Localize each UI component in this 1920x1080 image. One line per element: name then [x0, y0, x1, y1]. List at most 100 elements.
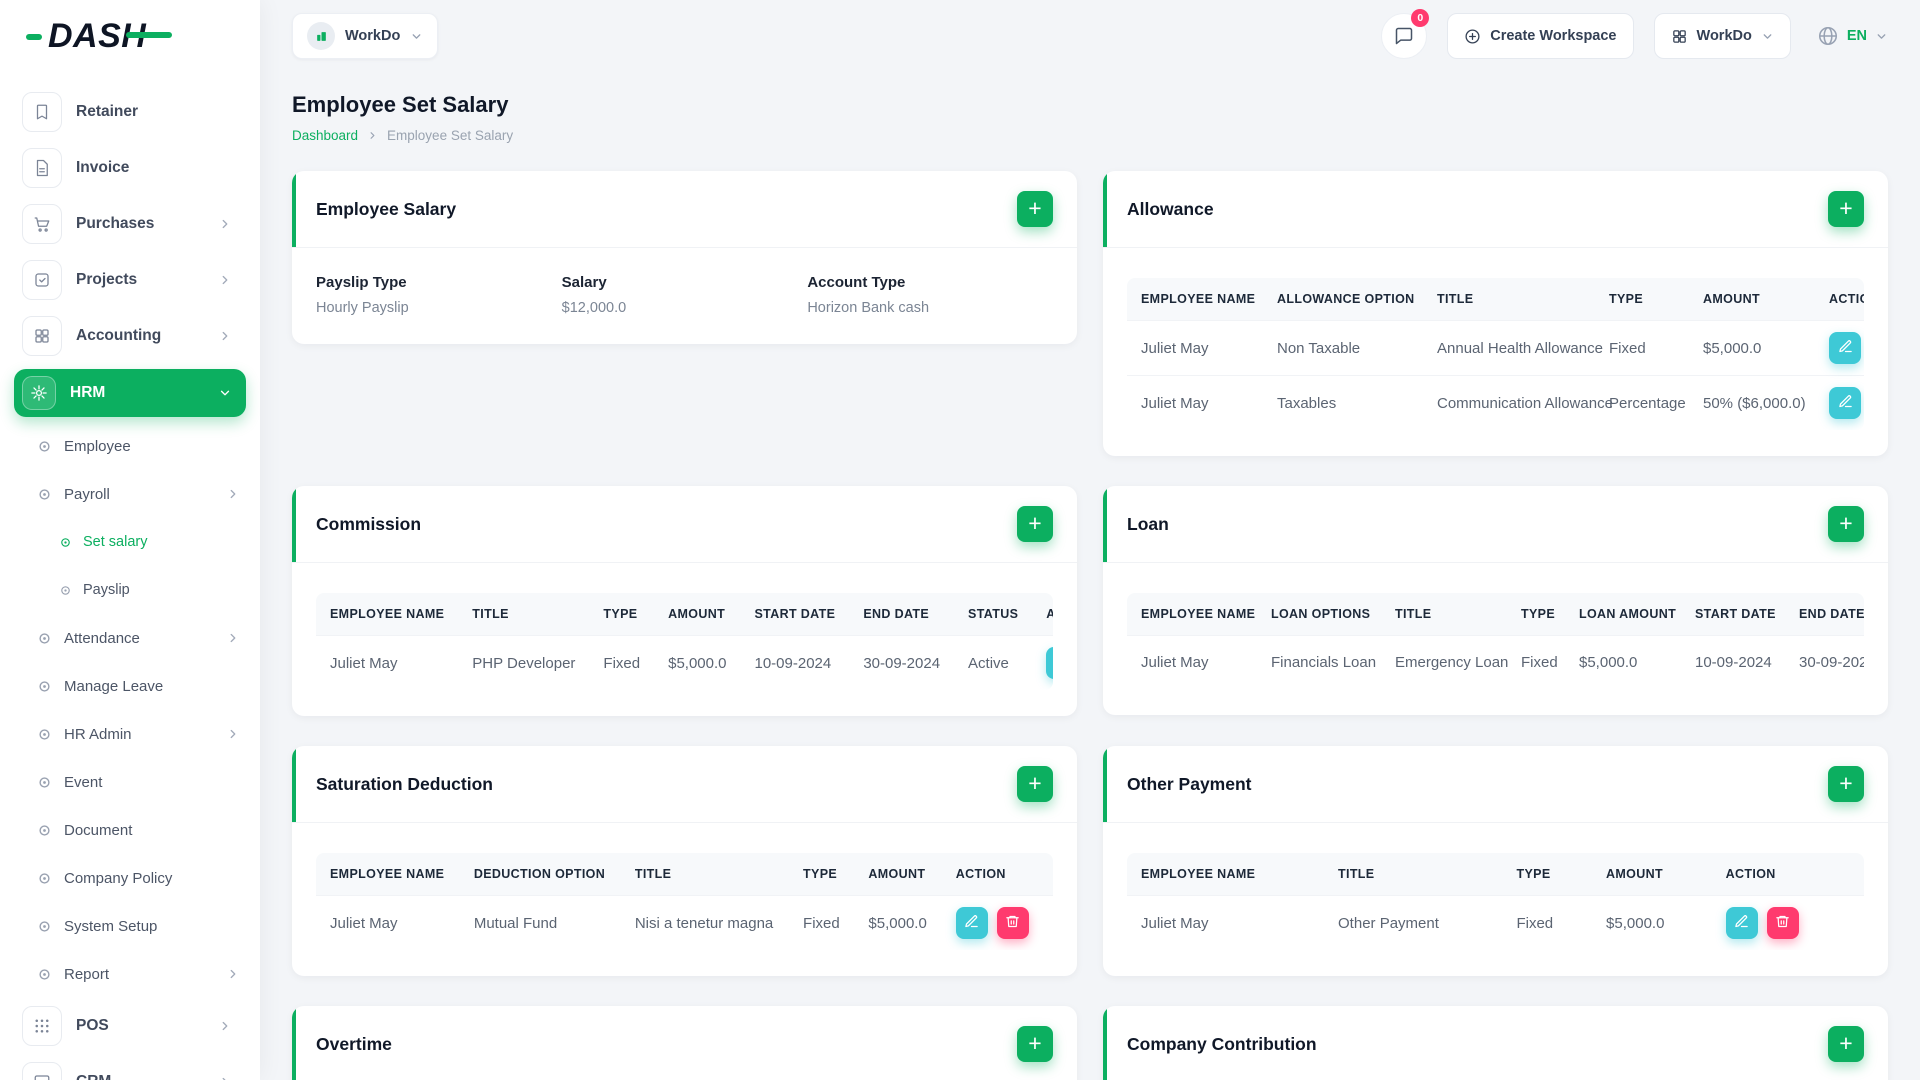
card-loan: Loan + EMPLOYEE NAME LOAN OPTIONS TITLE TYP… — [1103, 486, 1888, 715]
card-title: Saturation Deduction — [316, 773, 493, 794]
account-type-field: Account Type Horizon Bank cash — [807, 274, 1053, 316]
table-cell: 10-09-2024 — [1681, 635, 1785, 689]
table-cell: Juliet May — [1127, 895, 1325, 950]
add-employee-salary-button[interactable]: + — [1017, 191, 1053, 227]
edit-button[interactable] — [1829, 332, 1861, 364]
sidebar-item-event[interactable]: Event — [14, 758, 246, 806]
create-workspace-button[interactable]: Create Workspace — [1447, 13, 1634, 59]
plus-circle-icon — [1465, 28, 1480, 44]
column-header: TITLE — [458, 593, 590, 636]
add-overtime-button[interactable]: + — [1017, 1026, 1053, 1062]
table-cell: PHP Developer — [458, 635, 590, 690]
data-table: EMPLOYEE NAME TITLE TYPE AMOUNT ACTION Juliet… — [1127, 853, 1864, 950]
column-header: TYPE — [1507, 593, 1565, 636]
table-cell: Other Payment — [1324, 895, 1503, 950]
sidebar-item-company-policy[interactable]: Company Policy — [14, 854, 246, 902]
delete-button[interactable] — [996, 907, 1029, 939]
card-commission: Commission + EMPLOYEE NAME TITLE TYPE AMOUN… — [292, 486, 1077, 716]
page-title: Employee Set Salary — [292, 92, 509, 117]
add-company-contribution-button[interactable]: + — [1828, 1026, 1864, 1062]
invoice-icon — [22, 148, 62, 188]
sidebar-item-hr-admin[interactable]: HR Admin — [14, 710, 246, 758]
sidebar-item-projects[interactable]: Projects — [14, 252, 246, 308]
sidebar-item-invoice[interactable]: Invoice — [14, 140, 246, 196]
logo-accent-right — [126, 32, 173, 38]
plus-icon: + — [1028, 194, 1042, 221]
breadcrumb-link-dashboard[interactable]: Dashboard — [292, 128, 358, 143]
edit-button[interactable] — [955, 907, 988, 939]
bullet-icon — [38, 488, 51, 501]
workspace-selector[interactable]: WorkDo — [292, 13, 439, 59]
salary-field: Salary $12,000.0 — [562, 274, 808, 316]
language-selector[interactable]: EN — [1811, 24, 1894, 48]
sidebar-item-document[interactable]: Document — [14, 806, 246, 854]
edit-button[interactable] — [1046, 647, 1053, 679]
sidebar-item-set-salary[interactable]: Set salary — [14, 518, 246, 566]
sidebar-item-label: Retainer — [76, 103, 139, 120]
add-allowance-button[interactable]: + — [1828, 191, 1864, 227]
sidebar-item-payslip[interactable]: Payslip — [14, 566, 246, 614]
plus-icon: + — [1839, 194, 1853, 221]
table-row: Juliet May Taxables Communication Allowanc… — [1127, 375, 1864, 430]
sidebar-item-label: System Setup — [64, 917, 158, 935]
add-saturation-deduction-button[interactable]: + — [1017, 766, 1053, 802]
table-cell: Taxables — [1263, 375, 1423, 430]
table-header-row: EMPLOYEE NAME TITLE TYPE AMOUNT ACTION — [1127, 853, 1864, 896]
chat-badge: 0 — [1411, 9, 1430, 27]
card-title: Other Payment — [1127, 773, 1252, 794]
crm-icon — [22, 1062, 62, 1080]
column-header: ALLOWANCE OPTION — [1263, 278, 1423, 321]
pencil-icon — [964, 914, 979, 932]
workdo-menu-button[interactable]: WorkDo — [1653, 13, 1791, 59]
card-saturation-deduction: Saturation Deduction + EMPLOYEE NAME DEDU… — [292, 746, 1077, 976]
column-header: EMPLOYEE NAME — [316, 853, 460, 896]
add-other-payment-button[interactable]: + — [1828, 766, 1864, 802]
bullet-icon — [38, 824, 51, 837]
column-header: EMPLOYEE NAME — [316, 593, 459, 636]
sidebar-item-attendance[interactable]: Attendance — [14, 614, 246, 662]
topbar: WorkDo 0 Create Workspace WorkDo EN — [260, 0, 1920, 72]
sidebar-item-label: HR Admin — [64, 725, 132, 743]
language-label: EN — [1846, 28, 1867, 44]
workspace-logo-icon — [307, 22, 335, 50]
card-header: Allowance + — [1103, 171, 1888, 248]
sidebar-item-hrm[interactable]: HRM — [14, 369, 246, 417]
sidebar-item-report[interactable]: Report — [14, 950, 246, 998]
sidebar-item-crm[interactable]: CRM — [14, 1054, 246, 1080]
table-row: Juliet May Mutual Fund Nisi a tenetur magn… — [316, 895, 1053, 950]
sidebar-item-pos[interactable]: POS — [14, 998, 246, 1054]
edit-button[interactable] — [1829, 387, 1861, 419]
add-loan-button[interactable]: + — [1828, 506, 1864, 542]
sidebar-item-accounting[interactable]: Accounting — [14, 308, 246, 364]
table-cell: Juliet May — [1127, 635, 1257, 689]
create-workspace-label: Create Workspace — [1490, 28, 1617, 44]
table-cell-actions — [1711, 895, 1864, 950]
sidebar-item-retainer[interactable]: Retainer — [14, 84, 246, 140]
table-cell: Fixed — [1595, 320, 1689, 376]
column-header: TITLE — [620, 853, 790, 896]
accounting-icon — [22, 316, 62, 356]
table-cell: Annual Health Allowance — [1423, 320, 1603, 376]
sidebar-item-purchases[interactable]: Purchases — [14, 196, 246, 252]
data-table: EMPLOYEE NAME ALLOWANCE OPTION TITLE TYPE AM… — [1127, 278, 1864, 430]
brand-logo[interactable]: DASH — [0, 0, 260, 72]
chevron-right-icon — [226, 967, 240, 981]
sidebar-item-system-setup[interactable]: System Setup — [14, 902, 246, 950]
sidebar-item-label: Invoice — [76, 159, 130, 176]
sidebar-item-employee[interactable]: Employee — [14, 422, 246, 470]
card-header: Loan + — [1103, 486, 1888, 563]
sidebar-item-label: Set salary — [83, 534, 148, 550]
bullet-icon — [38, 680, 51, 693]
page-content: Employee Set Salary Dashboard Employee S… — [260, 72, 1920, 1080]
chevron-right-icon — [226, 487, 240, 501]
add-commission-button[interactable]: + — [1017, 506, 1053, 542]
column-header: AMOUNT — [1689, 278, 1815, 321]
sidebar-item-label: Accounting — [76, 327, 162, 344]
sidebar-item-payroll[interactable]: Payroll — [14, 470, 246, 518]
delete-button[interactable] — [1766, 907, 1799, 939]
sidebar-item-manage-leave[interactable]: Manage Leave — [14, 662, 246, 710]
edit-button[interactable] — [1725, 907, 1758, 939]
messages-button[interactable]: 0 — [1381, 9, 1430, 59]
column-header: AMOUNT — [654, 593, 741, 636]
table-cell: Juliet May — [1127, 375, 1263, 430]
